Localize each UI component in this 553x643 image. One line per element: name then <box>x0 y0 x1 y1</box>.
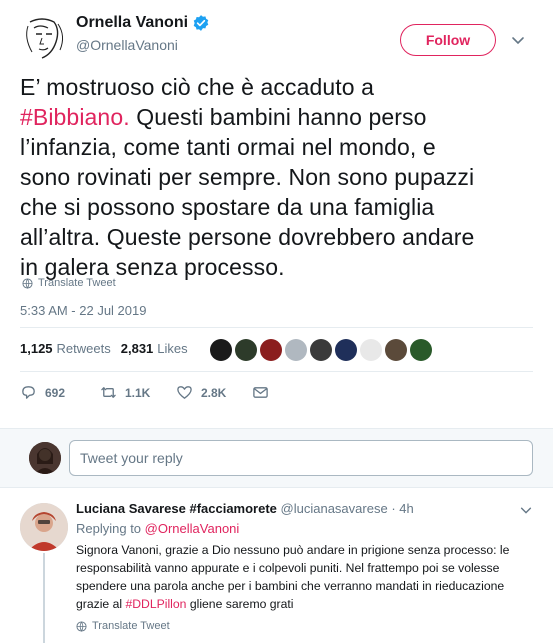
reply-text-line: Signora Vanoni, grazie a Dio nessuno può… <box>76 543 510 557</box>
chevron-down-icon[interactable] <box>510 32 526 48</box>
tweet-text-line: E’ mostruoso ciò che è accaduto a <box>20 74 375 100</box>
hashtag-link[interactable]: #Bibbiano. <box>20 104 130 130</box>
author-info: Ornella Vanoni @OrnellaVanoni <box>76 14 210 53</box>
retweet-count: 1.1K <box>125 385 151 400</box>
liker-avatar[interactable] <box>210 339 232 361</box>
liker-avatar[interactable] <box>260 339 282 361</box>
reply-count: 692 <box>45 385 66 400</box>
verified-badge-icon <box>193 15 209 31</box>
tweet-stats: 1,125 Retweets 2,831 Likes <box>20 341 198 356</box>
author-handle[interactable]: @OrnellaVanoni <box>76 37 210 53</box>
reply-text-line: responsabilità vanno appurate e i colpev… <box>76 561 500 575</box>
liker-avatar[interactable] <box>335 339 357 361</box>
liker-avatar[interactable] <box>310 339 332 361</box>
liker-avatar[interactable] <box>410 339 432 361</box>
tweet-text-line: l’infanzia, come tanti ormai nel mondo, … <box>20 134 436 160</box>
replying-to-link[interactable]: @OrnellaVanoni <box>145 521 240 536</box>
heart-icon <box>177 386 192 399</box>
replying-prefix: Replying to <box>76 521 142 536</box>
tweet-text-line: sono rovinati per sempre. Non sono pupaz… <box>20 164 475 190</box>
divider <box>20 371 533 372</box>
divider <box>20 327 533 328</box>
follow-button[interactable]: Follow <box>400 24 496 56</box>
reply-icon <box>22 386 35 399</box>
reply-author-handle[interactable]: @lucianasavarese <box>281 501 388 516</box>
tweet-text-line: all’altra. Queste persone dovrebbero and… <box>20 224 475 250</box>
like-action[interactable]: 2.8K <box>176 384 252 401</box>
globe-icon <box>76 620 87 632</box>
retweet-icon <box>101 387 116 398</box>
reply-text-line: spendere una parola anche per i bambini … <box>76 579 505 593</box>
retweets-label[interactable]: Retweets <box>57 341 111 356</box>
like-count: 2.8K <box>201 385 227 400</box>
reply-composer <box>0 428 553 488</box>
liker-avatars <box>210 339 432 361</box>
current-user-avatar[interactable] <box>29 442 61 474</box>
direct-message-action[interactable] <box>252 384 269 401</box>
reply-header: Luciana Savarese #facciamorete @lucianas… <box>76 501 414 516</box>
liker-avatar[interactable] <box>285 339 307 361</box>
reply-text-line: grazie al <box>76 597 123 611</box>
reply-input[interactable] <box>69 440 533 476</box>
liker-avatar[interactable] <box>235 339 257 361</box>
globe-icon <box>22 277 33 289</box>
author-display-name[interactable]: Ornella Vanoni <box>76 14 188 32</box>
liker-avatar[interactable] <box>385 339 407 361</box>
reply-action[interactable]: 692 <box>20 384 100 401</box>
tweet-text: E’ mostruoso ciò che è accaduto a #Bibbi… <box>20 72 535 282</box>
reply-text: Signora Vanoni, grazie a Dio nessuno può… <box>76 541 536 613</box>
retweet-action[interactable]: 1.1K <box>100 384 176 401</box>
tweet-text-line: Questi bambini hanno perso <box>136 104 427 130</box>
reply-translate-link[interactable]: Translate Tweet <box>76 620 170 632</box>
reply-time[interactable]: 4h <box>399 501 413 516</box>
reply-author-avatar[interactable] <box>20 503 68 551</box>
reply-author-name[interactable]: Luciana Savarese #facciamorete <box>76 501 277 516</box>
author-avatar[interactable] <box>20 14 68 62</box>
likes-label[interactable]: Likes <box>157 341 187 356</box>
replying-to: Replying to @OrnellaVanoni <box>76 521 239 536</box>
reply-text-line: gliene saremo grati <box>189 597 294 611</box>
tweet-text-line: che si possono spostare da una famiglia <box>20 194 435 220</box>
tweet-timestamp[interactable]: 5:33 AM - 22 Jul 2019 <box>20 303 146 318</box>
liker-avatar[interactable] <box>360 339 382 361</box>
thread-line <box>43 553 45 643</box>
translate-label: Translate Tweet <box>92 620 170 632</box>
translate-tweet-link[interactable]: Translate Tweet <box>22 277 116 289</box>
chevron-down-icon[interactable] <box>519 503 533 517</box>
reply-separator: · <box>391 501 396 516</box>
retweets-count[interactable]: 1,125 <box>20 341 53 356</box>
tweet-actions: 692 1.1K 2.8K <box>20 384 269 401</box>
likes-count[interactable]: 2,831 <box>121 341 154 356</box>
envelope-icon <box>253 387 268 398</box>
hashtag-link[interactable]: #DDLPillon <box>125 597 186 611</box>
translate-label: Translate Tweet <box>38 277 116 289</box>
